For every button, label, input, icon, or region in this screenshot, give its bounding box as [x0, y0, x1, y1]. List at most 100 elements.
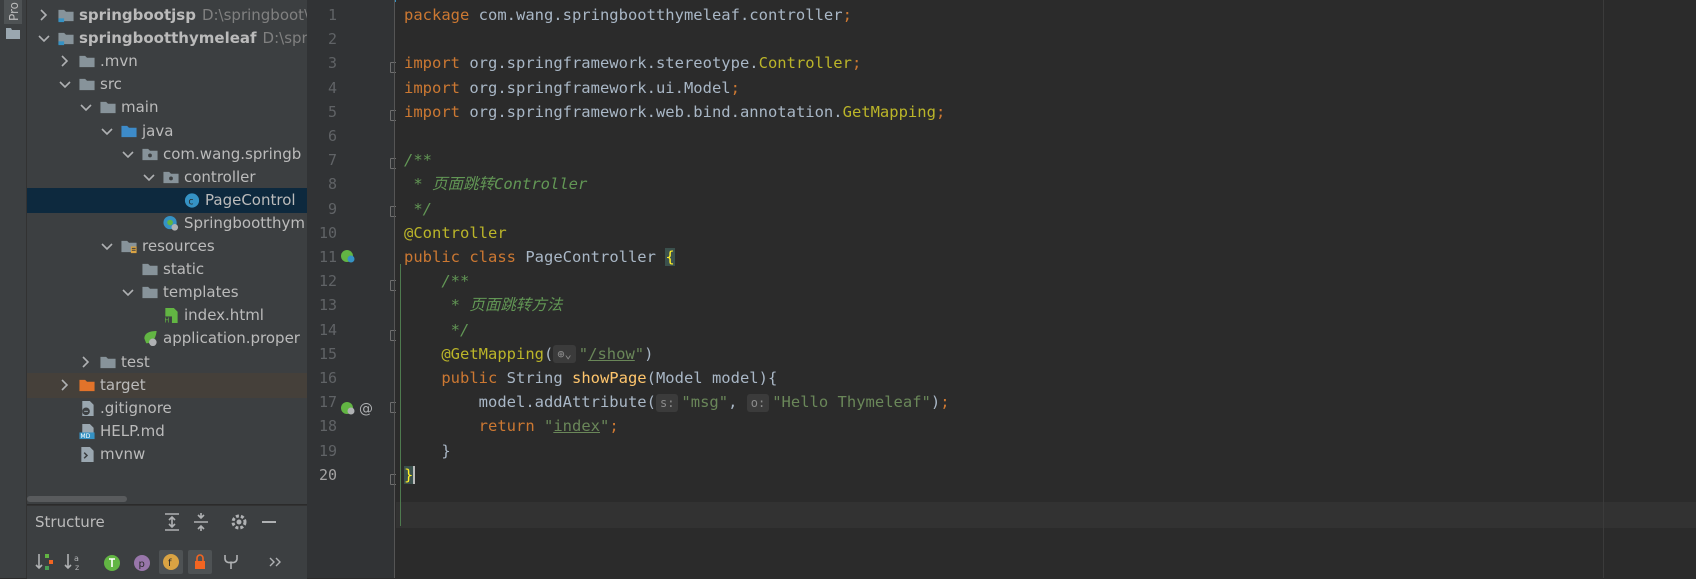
- comment-token: * 页面跳转Controller: [404, 175, 588, 194]
- chevron-down-icon[interactable]: [100, 119, 114, 144]
- chevron-down-icon[interactable]: [121, 280, 135, 305]
- show-inherited-icon[interactable]: [100, 550, 124, 574]
- gear-icon[interactable]: [227, 510, 251, 534]
- svg-text:p: p: [139, 559, 145, 570]
- chevron-right-icon[interactable]: [58, 49, 72, 74]
- parameter-hint[interactable]: ⊕⌄: [553, 345, 576, 364]
- line-number: 20: [318, 465, 337, 484]
- keyword-token: return: [478, 417, 544, 436]
- chevron-right-icon[interactable]: [37, 3, 51, 28]
- code-token: PageController: [525, 248, 666, 266]
- code-line: import org.springframework.web.bind.anno…: [404, 99, 945, 125]
- code-token: org.springframework.stereotype.: [469, 54, 759, 73]
- chevron-down-icon[interactable]: [79, 95, 93, 120]
- tree-item[interactable]: main: [27, 95, 307, 120]
- string-token: ": [543, 417, 554, 436]
- tree-item-label: com.wang.springb: [163, 144, 302, 163]
- code-line: * 页面跳转方法: [404, 292, 563, 318]
- chevron-right-icon[interactable]: [58, 373, 72, 398]
- tree-item[interactable]: templates: [27, 280, 307, 305]
- code-line: public class PageController {: [404, 244, 675, 270]
- tree-item[interactable]: static: [27, 257, 307, 282]
- more-icon[interactable]: [263, 550, 287, 574]
- chevron-down-icon[interactable]: [121, 142, 135, 167]
- tree-item[interactable]: mvnw: [27, 442, 307, 467]
- tree-horizontal-scrollbar[interactable]: [27, 496, 127, 502]
- lock-icon: [195, 554, 205, 569]
- sort-alphabetically-icon[interactable]: az: [62, 550, 86, 574]
- code-line: return "index";: [404, 413, 619, 439]
- folder-icon: [142, 287, 158, 299]
- chevron-down-icon[interactable]: [58, 72, 72, 97]
- tree-item[interactable]: .mvn: [27, 49, 307, 74]
- line-number: 13: [318, 296, 337, 315]
- tree-item[interactable]: Springbootthym: [27, 211, 307, 236]
- folder-icon: [79, 79, 95, 91]
- line-number: 19: [318, 441, 337, 460]
- code-token: model.addAttribute(: [404, 393, 656, 412]
- tree-item[interactable]: c PageControl: [27, 187, 307, 213]
- tree-item[interactable]: java: [27, 119, 307, 144]
- gutter-divider: [394, 0, 395, 578]
- spring-app-icon: [163, 215, 179, 231]
- spring-bean-gutter-icon[interactable]: [340, 248, 356, 264]
- tree-item-label: static: [163, 260, 205, 279]
- tree-item[interactable]: resources: [27, 234, 307, 259]
- tree-item[interactable]: test: [27, 350, 307, 375]
- keyword-token: public: [441, 369, 507, 387]
- keyword-token: import: [404, 54, 470, 73]
- code-editor[interactable]: package com.wang.springbootthymeleaf.con…: [396, 0, 1696, 578]
- structure-panel: Structure az p f: [27, 505, 307, 579]
- chevron-down-icon[interactable]: [142, 165, 156, 190]
- keyword-token: public class: [404, 248, 526, 266]
- project-tool-tab-label: Pro: [7, 2, 21, 22]
- module-folder-icon: [58, 9, 74, 23]
- line-number: 1: [327, 6, 337, 24]
- tree-item[interactable]: springbootthymeleafD:\spring: [27, 26, 307, 51]
- show-properties-icon[interactable]: p: [130, 550, 154, 574]
- tree-item-label: Springbootthym: [184, 213, 306, 232]
- parameter-hint[interactable]: o:: [746, 393, 770, 412]
- structure-title: Structure: [35, 513, 105, 531]
- tree-item[interactable]: .gitignore: [27, 396, 307, 421]
- string-token: ": [578, 344, 589, 363]
- code-line: */: [404, 196, 432, 222]
- project-tool-tab[interactable]: Pro: [4, 0, 22, 24]
- tree-item-label: .mvn: [100, 52, 138, 71]
- matched-brace: }: [404, 465, 414, 484]
- project-folder-icon[interactable]: [6, 27, 20, 39]
- tree-item[interactable]: application.proper: [27, 326, 307, 351]
- keyword-token: ;: [851, 54, 862, 73]
- tree-item[interactable]: springbootjsp D:\springboot\s: [27, 3, 307, 28]
- tree-item[interactable]: Hindex.html: [27, 303, 307, 328]
- tree-item-label: springbootjsp D:\springboot\s: [79, 3, 307, 28]
- endpoint-at-gutter-icon[interactable]: @: [358, 400, 374, 416]
- spring-request-mapping-gutter-icon[interactable]: [340, 400, 356, 416]
- resources-folder-icon: [121, 240, 137, 254]
- chevron-right-icon[interactable]: [79, 350, 93, 375]
- gitignore-file-icon: [82, 400, 94, 416]
- show-non-public-button[interactable]: [188, 550, 212, 574]
- svg-text:z: z: [75, 563, 79, 572]
- line-number: 3: [327, 54, 337, 73]
- tree-item-label: PageControl: [205, 190, 296, 209]
- tree-item[interactable]: com.wang.springb: [27, 142, 307, 167]
- show-fields-button[interactable]: f: [159, 550, 183, 574]
- tree-item[interactable]: controller: [27, 165, 307, 190]
- sort-by-visibility-icon[interactable]: [33, 550, 57, 574]
- collapse-all-icon[interactable]: [189, 510, 213, 534]
- parameter-hint[interactable]: s:: [655, 393, 679, 412]
- tree-item[interactable]: target: [27, 372, 307, 398]
- minimize-icon[interactable]: [257, 510, 281, 534]
- tree-item-label: java: [142, 121, 174, 140]
- chevron-down-icon[interactable]: [100, 234, 114, 259]
- code-token: (: [543, 344, 554, 363]
- tree-item[interactable]: src: [27, 72, 307, 97]
- chevron-down-icon[interactable]: [37, 26, 51, 51]
- code-token: ,: [728, 393, 747, 412]
- expand-all-icon[interactable]: [160, 510, 184, 534]
- tree-item[interactable]: MD HELP.md: [27, 419, 307, 444]
- code-line: @Controller: [404, 220, 507, 246]
- line-number: 10: [318, 223, 337, 242]
- show-lambdas-icon[interactable]: [219, 550, 243, 574]
